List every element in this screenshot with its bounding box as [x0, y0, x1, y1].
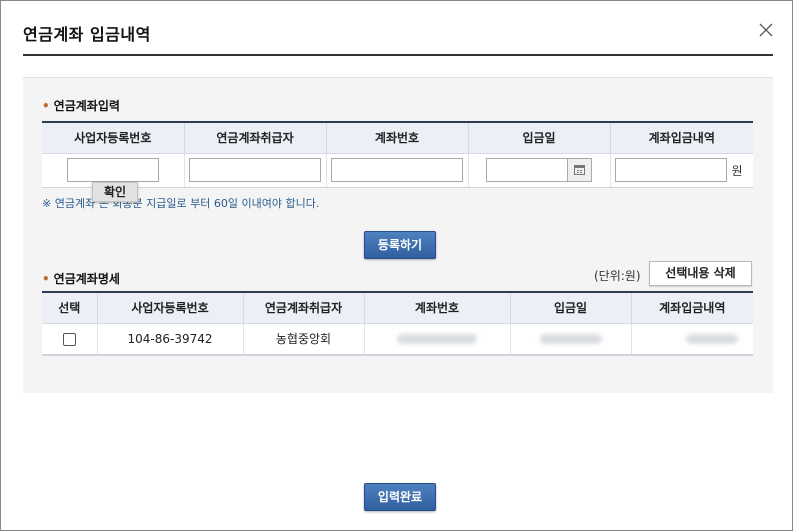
close-icon[interactable]	[757, 21, 775, 39]
account-number-input[interactable]	[331, 158, 463, 182]
row-checkbox[interactable]	[62, 332, 76, 346]
table-row[interactable]: 104-86-39742 농협중앙회	[42, 323, 753, 356]
account-list-table: 선택 사업자등록번호 연금계좌취급자 계좌번호 입금일 계좌입금내역 104-8…	[42, 291, 753, 356]
col-deposit-amount: 계좌입금내역	[610, 121, 753, 154]
col-account-number: 계좌번호	[326, 121, 469, 154]
col-account-number: 계좌번호	[364, 291, 511, 324]
input-row: 원	[42, 153, 753, 188]
col-handler: 연금계좌취급자	[243, 291, 365, 324]
deposit-amount-input[interactable]	[614, 158, 727, 182]
cell-handler: 농협중앙회	[243, 323, 365, 356]
input-section-title: • 연금계좌입력	[42, 99, 120, 113]
redacted-account-number	[397, 334, 477, 345]
col-deposit-amount: 계좌입금내역	[631, 291, 753, 324]
calendar-icon[interactable]	[568, 158, 592, 182]
confirm-button[interactable]: 확인	[92, 182, 138, 202]
title-divider	[23, 54, 773, 56]
list-section-title: • 연금계좌명세	[42, 272, 120, 286]
complete-button[interactable]: 입력완료	[364, 483, 436, 511]
business-number-input[interactable]	[66, 158, 159, 182]
delete-selected-button[interactable]: 선택내용 삭제	[649, 261, 752, 286]
notice-text: ※ 연금계좌 은 회종분 지급일로 부터 60일 이내여야 합니다.	[42, 197, 320, 210]
register-button[interactable]: 등록하기	[364, 231, 436, 259]
pension-deposit-dialog: 연금계좌 입금내역 • 연금계좌입력 사업자등록번호 연금계좌취급자 계좌번호 입…	[0, 0, 793, 531]
col-deposit-date: 입금일	[468, 121, 611, 154]
bullet-icon: •	[42, 99, 50, 113]
content-panel: •연금계좌입력 사업자등록번호 연금계좌취급자 계좌번호 입금일 계좌입금내역	[23, 77, 773, 393]
redacted-deposit-amount	[686, 334, 739, 345]
col-business-number: 사업자등록번호	[42, 121, 185, 154]
redacted-deposit-date	[539, 334, 602, 345]
deposit-date-input[interactable]	[486, 158, 568, 182]
handler-input[interactable]	[189, 158, 321, 182]
col-select: 선택	[42, 291, 98, 324]
bullet-icon: •	[42, 272, 50, 286]
unit-label: (단위:원)	[594, 269, 641, 283]
col-handler: 연금계좌취급자	[184, 121, 327, 154]
input-table: 사업자등록번호 연금계좌취급자 계좌번호 입금일 계좌입금내역 원	[42, 121, 753, 188]
won-unit: 원	[731, 163, 743, 178]
dialog-title: 연금계좌 입금내역	[23, 25, 151, 44]
cell-business-number: 104-86-39742	[97, 323, 244, 356]
col-business-number: 사업자등록번호	[97, 291, 244, 324]
col-deposit-date: 입금일	[510, 291, 632, 324]
